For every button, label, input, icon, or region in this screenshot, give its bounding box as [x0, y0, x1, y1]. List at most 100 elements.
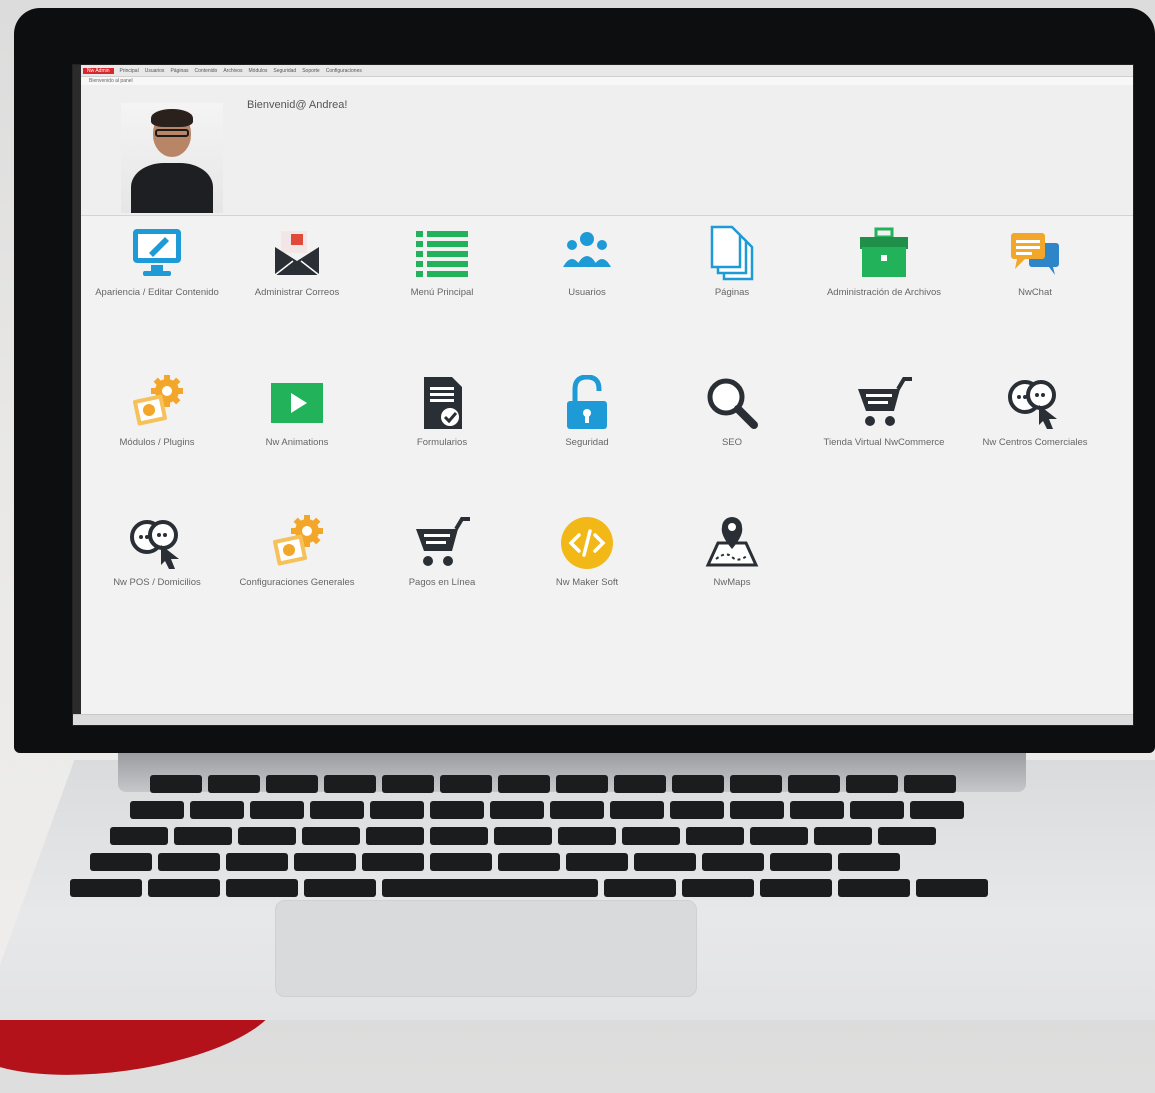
key: [382, 775, 434, 793]
key: [730, 775, 782, 793]
tile-nw-animations[interactable]: Nw Animations: [233, 375, 361, 449]
cart-icon: [854, 375, 914, 431]
tile-label: Nw POS / Domicilios: [113, 577, 201, 588]
key: [556, 775, 608, 793]
tile-tienda-virtual-nwcommerce[interactable]: Tienda Virtual NwCommerce: [820, 375, 948, 449]
mail-icon: [267, 225, 327, 281]
keyboard-row: [150, 775, 956, 793]
tile-seo[interactable]: SEO: [668, 375, 796, 449]
welcome-text: Bienvenid@ Andrea!: [247, 99, 348, 111]
key: [814, 827, 872, 845]
menu-item-3[interactable]: Páginas: [170, 68, 188, 74]
chat-cursor-icon: [1005, 375, 1065, 431]
key: [622, 827, 680, 845]
menu-item-9[interactable]: Configuraciones: [326, 68, 362, 74]
tile-nw-centros-comerciales[interactable]: Nw Centros Comerciales: [971, 375, 1099, 449]
menu-item-6[interactable]: Módulos: [249, 68, 268, 74]
key: [366, 827, 424, 845]
tile-usuarios[interactable]: Usuarios: [523, 225, 651, 299]
key: [850, 801, 904, 819]
list-icon: [412, 225, 472, 281]
key: [614, 775, 666, 793]
tile-label: Administración de Archivos: [826, 287, 942, 298]
tile-nwmaps[interactable]: NwMaps: [668, 515, 796, 589]
unlock-icon: [557, 374, 617, 431]
tile-administrar-correos[interactable]: Administrar Correos: [233, 225, 361, 299]
key: [916, 879, 988, 897]
menu-item-5[interactable]: Archivos: [223, 68, 242, 74]
tile-pagos-en-linea[interactable]: Pagos en Línea: [378, 515, 506, 589]
key: [226, 879, 298, 897]
menu-item-1[interactable]: Principal: [120, 68, 139, 74]
key: [370, 801, 424, 819]
tile-nwchat[interactable]: NwChat: [971, 225, 1099, 299]
key: [702, 853, 764, 871]
key: [382, 879, 598, 897]
menu-item-7[interactable]: Seguridad: [273, 68, 296, 74]
key: [790, 801, 844, 819]
tile-modulos-plugins[interactable]: Módulos / Plugins: [93, 375, 221, 449]
key: [670, 801, 724, 819]
key: [90, 853, 152, 871]
key: [110, 827, 168, 845]
tile-apariencia-editar-contenido[interactable]: Apariencia / Editar Contenido: [93, 225, 221, 299]
laptop-lid: Nw Admin Principal Usuarios Páginas Contenid…: [14, 8, 1155, 753]
pages-icon: [702, 225, 762, 281]
key: [838, 879, 910, 897]
tile-formularios[interactable]: Formularios: [378, 375, 506, 449]
menu-item-2[interactable]: Usuarios: [145, 68, 165, 74]
key: [750, 827, 808, 845]
plugin-gear-icon: [267, 515, 327, 571]
key: [174, 827, 232, 845]
trackpad: [275, 900, 697, 997]
menu-item-8[interactable]: Soporte: [302, 68, 320, 74]
magnifier-icon: [702, 375, 762, 431]
map-pin-icon: [702, 515, 762, 571]
menu-item-4[interactable]: Contenido: [195, 68, 218, 74]
key: [440, 775, 492, 793]
key: [838, 853, 900, 871]
status-bar: [73, 714, 1133, 725]
tile-label: Nw Centros Comerciales: [982, 437, 1088, 448]
keyboard-row: [130, 801, 964, 819]
keyboard: [60, 775, 1020, 915]
key: [672, 775, 724, 793]
briefcase-icon: [854, 225, 914, 281]
keyboard-row: [70, 879, 988, 897]
keyboard-row: [110, 827, 936, 845]
tile-configuraciones-generales[interactable]: Configuraciones Generales: [233, 515, 361, 589]
monitor-edit-icon: [127, 225, 187, 281]
key: [150, 775, 202, 793]
key: [610, 801, 664, 819]
top-menubar: Nw Admin Principal Usuarios Páginas Contenid…: [81, 65, 1133, 77]
tile-label: Nw Maker Soft: [555, 577, 619, 588]
key: [904, 775, 956, 793]
tile-label: Menú Principal: [410, 287, 474, 298]
tile-nw-maker-soft[interactable]: Nw Maker Soft: [523, 515, 651, 589]
tile-menu-principal[interactable]: Menú Principal: [378, 225, 506, 299]
key: [498, 775, 550, 793]
key: [498, 853, 560, 871]
key: [362, 853, 424, 871]
tile-nw-pos-domicilios[interactable]: Nw POS / Domicilios: [93, 515, 221, 589]
tile-label: Formularios: [416, 437, 468, 448]
tile-seguridad[interactable]: Seguridad: [523, 374, 651, 449]
key: [558, 827, 616, 845]
menu-item-0[interactable]: Nw Admin: [83, 67, 114, 74]
key: [158, 853, 220, 871]
key: [430, 827, 488, 845]
form-check-icon: [412, 375, 472, 431]
app-window: Nw Admin Principal Usuarios Páginas Contenid…: [72, 64, 1134, 726]
key: [430, 801, 484, 819]
tile-label: Seguridad: [565, 437, 609, 448]
key: [226, 853, 288, 871]
key: [566, 853, 628, 871]
chat-cursor-icon: [127, 515, 187, 571]
key: [604, 879, 676, 897]
tile-administracion-de-archivos[interactable]: Administración de Archivos: [820, 225, 948, 299]
avatar[interactable]: [121, 103, 223, 213]
key: [788, 775, 840, 793]
key: [490, 801, 544, 819]
tile-paginas[interactable]: Páginas: [668, 225, 796, 299]
key: [310, 801, 364, 819]
